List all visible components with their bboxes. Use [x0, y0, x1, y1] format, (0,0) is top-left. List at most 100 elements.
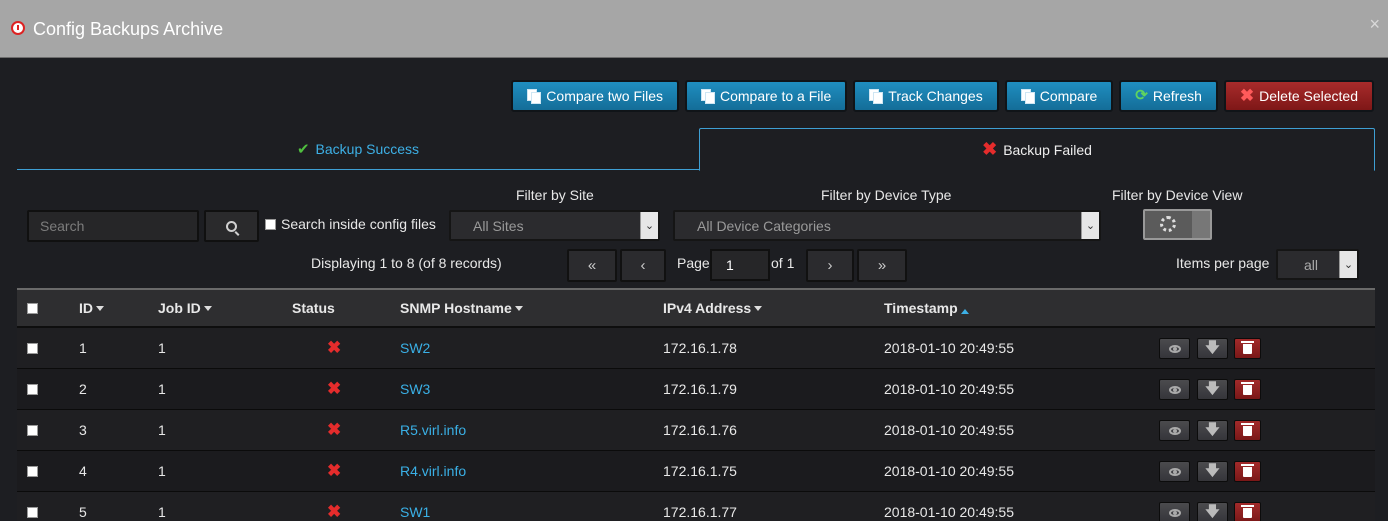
device-view-select[interactable] — [1143, 209, 1212, 240]
close-icon[interactable]: × — [1369, 14, 1380, 35]
checkbox[interactable] — [265, 218, 276, 230]
chevron-down-icon: ⌄ — [640, 212, 658, 239]
delete-row-button[interactable] — [1234, 461, 1261, 482]
eye-icon — [1168, 344, 1181, 353]
download-button[interactable]: 🡇 — [1197, 338, 1228, 359]
table-row[interactable]: 4 1 ✖ R4.virl.info 172.16.1.75 2018-01-1… — [17, 451, 1375, 492]
status-failed-icon: ✖ — [327, 420, 342, 439]
header-label: SNMP Hostname — [400, 300, 512, 316]
search-inside-config-checkbox[interactable]: Search inside config files — [265, 216, 436, 232]
download-button[interactable]: 🡇 — [1197, 461, 1228, 482]
delete-row-button[interactable] — [1234, 502, 1261, 521]
checkbox[interactable] — [27, 302, 38, 314]
row-checkbox[interactable] — [27, 342, 38, 354]
cell-hostname-link[interactable]: SW3 — [400, 369, 430, 409]
page-number-input[interactable] — [710, 249, 770, 281]
records-info: Displaying 1 to 8 (of 8 records) — [311, 255, 502, 271]
copy-icon — [1020, 89, 1035, 104]
status-failed-icon: ✖ — [327, 461, 342, 480]
cell-hostname-link[interactable]: R4.virl.info — [400, 451, 466, 491]
cell-id: 5 — [79, 504, 87, 520]
table-row[interactable]: 1 1 ✖ SW2 172.16.1.78 2018-01-10 20:49:5… — [17, 328, 1375, 369]
copy-icon — [701, 89, 715, 104]
site-select[interactable]: All Sites ⌄ — [449, 210, 660, 241]
chevron-down-icon — [1192, 211, 1210, 238]
header-timestamp[interactable]: Timestamp — [884, 290, 969, 326]
loading-spinner-icon — [1160, 216, 1176, 232]
row-checkbox[interactable] — [27, 383, 38, 395]
button-label: Compare two Files — [546, 88, 663, 104]
cell-hostname-link[interactable]: R5.virl.info — [400, 410, 466, 450]
copy-icon — [869, 89, 884, 104]
cell-timestamp: 2018-01-10 20:49:55 — [884, 463, 1014, 479]
view-button[interactable] — [1159, 502, 1190, 521]
backups-table: ID Job ID Status SNMP Hostname IPv4 Addr… — [17, 288, 1375, 521]
header-label: Timestamp — [884, 300, 958, 316]
last-page-button[interactable]: » — [857, 249, 907, 282]
view-button[interactable] — [1159, 379, 1190, 400]
device-type-select[interactable]: All Device Categories ⌄ — [673, 210, 1101, 241]
row-checkbox[interactable] — [27, 465, 38, 477]
download-arrow-icon: 🡇 — [1205, 502, 1220, 519]
header-id[interactable]: ID — [79, 290, 104, 326]
cell-ipv4: 172.16.1.76 — [663, 422, 737, 438]
next-page-button[interactable]: › — [806, 249, 854, 282]
table-header: ID Job ID Status SNMP Hostname IPv4 Addr… — [17, 288, 1375, 328]
header-job-id[interactable]: Job ID — [158, 290, 212, 326]
trash-icon — [1241, 381, 1254, 395]
cell-hostname-link[interactable]: SW2 — [400, 328, 430, 368]
compare-button[interactable]: Compare — [1004, 80, 1114, 112]
eye-icon — [1168, 385, 1181, 394]
download-arrow-icon: 🡇 — [1205, 379, 1220, 396]
tab-backup-failed[interactable]: ✖ Backup Failed — [699, 128, 1375, 171]
search-icon — [226, 220, 237, 232]
download-button[interactable]: 🡇 — [1197, 502, 1228, 521]
eye-icon — [1168, 508, 1181, 517]
delete-row-button[interactable] — [1234, 379, 1261, 400]
button-label: Compare — [1039, 88, 1098, 104]
button-label: Refresh — [1152, 88, 1202, 104]
header-snmp-hostname[interactable]: SNMP Hostname — [400, 290, 523, 326]
chevron-down-icon: ⌄ — [1081, 212, 1099, 239]
table-row[interactable]: 2 1 ✖ SW3 172.16.1.79 2018-01-10 20:49:5… — [17, 369, 1375, 410]
cell-job-id: 1 — [158, 463, 166, 479]
row-checkbox[interactable] — [27, 424, 38, 436]
status-failed-icon: ✖ — [327, 502, 342, 521]
delete-row-button[interactable] — [1234, 420, 1261, 441]
first-page-button[interactable]: « — [567, 249, 617, 282]
table-row[interactable]: 3 1 ✖ R5.virl.info 172.16.1.76 2018-01-1… — [17, 410, 1375, 451]
prev-page-button[interactable]: ‹ — [620, 249, 666, 282]
sort-down-icon — [754, 305, 763, 311]
trash-icon — [1241, 504, 1254, 518]
search-input[interactable] — [27, 210, 199, 242]
header-ipv4-address[interactable]: IPv4 Address — [663, 290, 763, 326]
view-button[interactable] — [1159, 420, 1190, 441]
tab-backup-success[interactable]: ✔ Backup Success — [17, 128, 699, 170]
delete-row-button[interactable] — [1234, 338, 1261, 359]
cell-hostname-link[interactable]: SW1 — [400, 492, 430, 521]
button-label: Track Changes — [888, 88, 983, 104]
cell-job-id: 1 — [158, 504, 166, 520]
table-row[interactable]: 5 1 ✖ SW1 172.16.1.77 2018-01-10 20:49:5… — [17, 492, 1375, 521]
delete-selected-button[interactable]: ✖ Delete Selected — [1223, 80, 1374, 112]
view-button[interactable] — [1159, 461, 1190, 482]
refresh-button[interactable]: ⟳ Refresh — [1119, 80, 1218, 112]
window-title: Config Backups Archive — [33, 19, 224, 39]
items-per-page-select[interactable]: all ⌄ — [1276, 249, 1359, 280]
eye-icon — [1168, 426, 1181, 435]
row-checkbox[interactable] — [27, 506, 38, 518]
page-of-label: of 1 — [771, 255, 795, 271]
cell-timestamp: 2018-01-10 20:49:55 — [884, 422, 1014, 438]
download-button[interactable]: 🡇 — [1197, 420, 1228, 441]
select-all-checkbox[interactable] — [27, 290, 38, 326]
compare-two-files-button[interactable]: Compare two Files — [511, 80, 679, 112]
copy-icon — [527, 89, 542, 104]
header-status[interactable]: Status — [292, 290, 335, 326]
download-button[interactable]: 🡇 — [1197, 379, 1228, 400]
compare-to-a-file-button[interactable]: Compare to a File — [685, 80, 848, 112]
view-button[interactable] — [1159, 338, 1190, 359]
search-button[interactable] — [204, 210, 259, 242]
cell-timestamp: 2018-01-10 20:49:55 — [884, 504, 1014, 520]
button-label: Compare to a File — [720, 88, 832, 104]
track-changes-button[interactable]: Track Changes — [853, 80, 999, 112]
